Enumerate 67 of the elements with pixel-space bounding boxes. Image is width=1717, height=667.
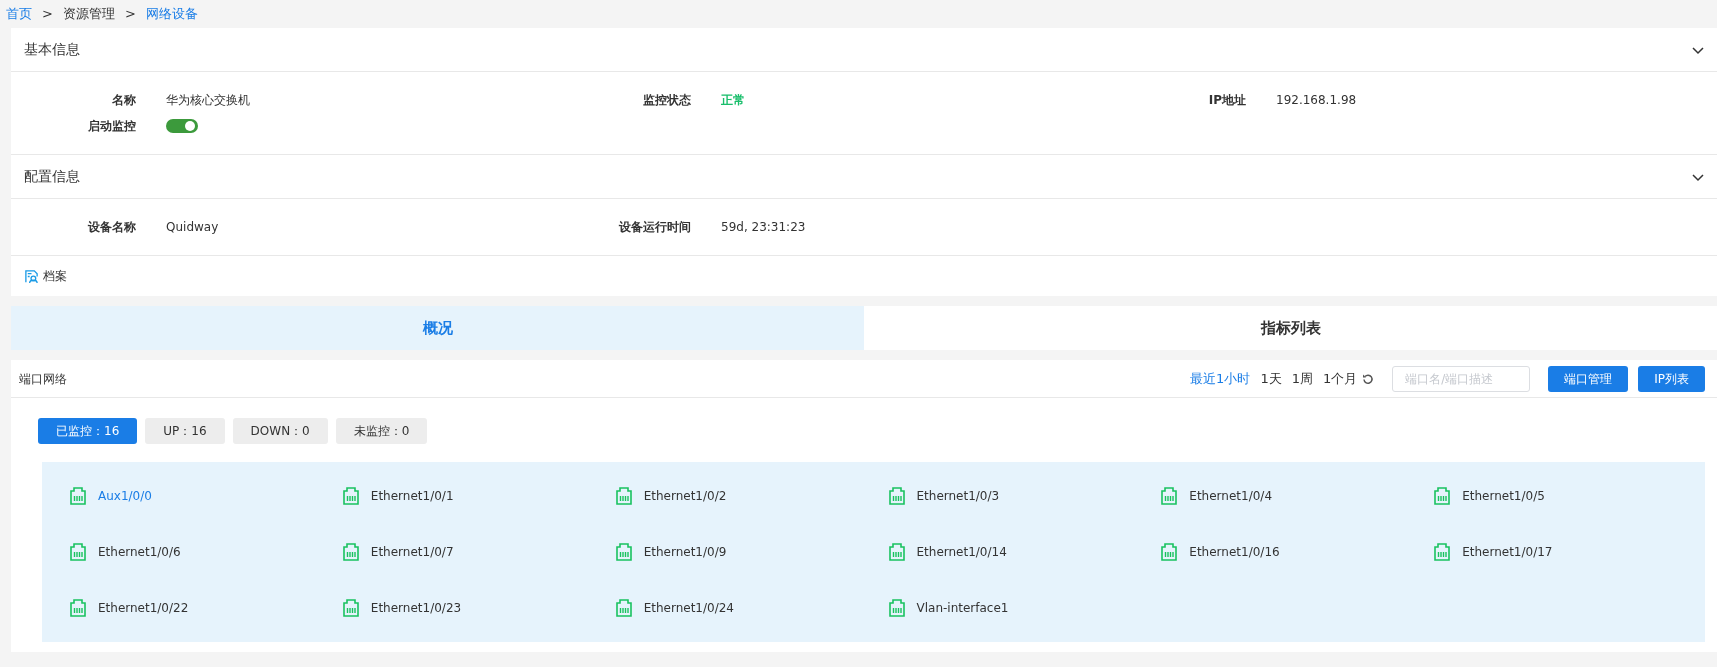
port-name[interactable]: Ethernet1/0/23	[370, 599, 462, 617]
port-name[interactable]: Ethernet1/0/24	[643, 599, 734, 617]
field-label: 设备运行时间	[617, 219, 692, 236]
field-label: 设备名称	[86, 219, 137, 236]
archive-link[interactable]: 档案	[43, 267, 67, 285]
ethernet-port-icon	[886, 486, 907, 506]
field-label: 名称	[111, 92, 137, 109]
action-button[interactable]: 端口管理	[1548, 365, 1629, 392]
action-button[interactable]: IP列表	[1638, 365, 1705, 392]
ethernet-port-icon	[1432, 542, 1453, 562]
field-label: 启动监控	[87, 118, 137, 135]
field-value: 华为核心交换机	[166, 92, 250, 109]
port-name[interactable]: Aux1/0/0	[98, 487, 152, 505]
ethernet-port-icon	[68, 486, 88, 506]
port-name[interactable]: Ethernet1/0/3	[916, 487, 1000, 505]
ethernet-port-icon	[886, 598, 907, 618]
port-name[interactable]: Ethernet1/0/9	[643, 543, 727, 561]
ethernet-port-icon	[1159, 486, 1180, 506]
port-name[interactable]: Ethernet1/0/6	[98, 543, 181, 561]
field-label: 监控状态	[642, 92, 692, 109]
field-value: 59d, 23:31:23	[721, 219, 806, 236]
filter-tab[interactable]: DOWN：0	[232, 418, 328, 444]
ethernet-port-icon	[1159, 542, 1180, 562]
ethernet-port-icon	[613, 542, 634, 562]
breadcrumb-link[interactable]: 首页	[6, 4, 32, 24]
port-name[interactable]: Ethernet1/0/5	[1462, 487, 1545, 505]
ethernet-port-icon	[340, 598, 361, 618]
time-range-option[interactable]: 1天	[1255, 368, 1287, 389]
ethernet-port-icon	[68, 598, 88, 618]
breadcrumb-current: 网络设备	[145, 5, 198, 24]
breadcrumb-separator: >	[42, 5, 53, 24]
ethernet-port-icon	[886, 542, 907, 562]
ethernet-port-icon	[613, 598, 634, 618]
port-name[interactable]: Ethernet1/0/4	[1189, 487, 1272, 505]
panel-title: 端口网络	[19, 370, 67, 388]
ethernet-port-icon	[68, 542, 88, 562]
filter-tab[interactable]: 未监控：0	[335, 418, 428, 444]
time-range-option[interactable]: 1个月	[1317, 368, 1363, 389]
time-range-option[interactable]: 最近1小时	[1185, 368, 1256, 389]
filter-tab[interactable]: 已监控：16	[38, 418, 138, 444]
port-name[interactable]: Ethernet1/0/14	[916, 543, 1007, 561]
refresh-icon[interactable]	[1362, 372, 1375, 385]
port-name[interactable]: Ethernet1/0/17	[1462, 543, 1553, 561]
ethernet-port-icon	[340, 486, 361, 506]
toggle-switch[interactable]	[166, 119, 198, 133]
time-range-option[interactable]: 1周	[1286, 368, 1318, 389]
port-name[interactable]: Ethernet1/0/22	[98, 599, 189, 617]
field-label: IP地址	[1207, 92, 1247, 109]
field-value: Quidway	[166, 219, 219, 236]
breadcrumb-item: 资源管理	[62, 5, 115, 24]
section-title: 基本信息	[24, 40, 80, 59]
field-value: 192.168.1.98	[1276, 92, 1357, 109]
breadcrumb-separator: >	[124, 5, 136, 24]
port-name[interactable]: Ethernet1/0/7	[370, 543, 454, 561]
ethernet-port-icon	[340, 542, 361, 562]
section-title: 配置信息	[24, 167, 80, 186]
tab[interactable]: 概况	[11, 306, 864, 350]
tab[interactable]: 指标列表	[864, 306, 1717, 350]
status-value: 正常	[721, 92, 745, 109]
filter-tab[interactable]: UP：16	[145, 418, 225, 444]
ethernet-port-icon	[613, 486, 634, 506]
port-name[interactable]: Vlan-interface1	[916, 599, 1009, 617]
port-name[interactable]: Ethernet1/0/2	[643, 487, 727, 505]
file-search-icon[interactable]	[24, 268, 39, 284]
port-name[interactable]: Ethernet1/0/16	[1189, 543, 1280, 561]
ethernet-port-icon	[1432, 486, 1453, 506]
port-name[interactable]: Ethernet1/0/1	[370, 487, 454, 505]
